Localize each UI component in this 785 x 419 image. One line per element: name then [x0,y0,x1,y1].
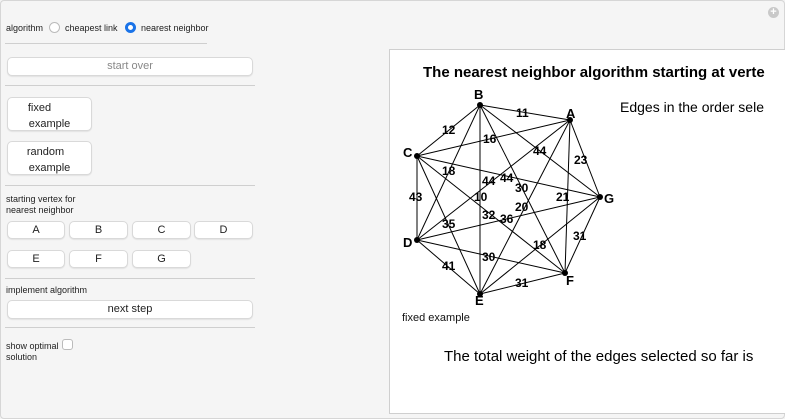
show-optimal-label-line2: solution [6,352,38,362]
edge-weight-label: 30 [482,250,496,264]
vertex-dot-c [414,153,420,159]
vertex-label-c: C [403,145,413,160]
divider [5,278,255,279]
radio-cheapest-link-label[interactable]: cheapest link [65,23,118,33]
vertex-button-e[interactable]: E [7,250,65,268]
edge-weight-label: 36 [500,212,514,226]
edge-weight-label: 11 [516,106,529,120]
vertex-button-g[interactable]: G [132,250,191,268]
edge-weight-label: 35 [442,217,456,231]
radio-nearest-neighbor[interactable] [125,22,136,33]
random-example-button[interactable]: random example [7,141,92,175]
vertex-dot-b [477,102,483,108]
divider [5,185,255,186]
edge-weight-label: 44 [482,174,496,188]
fixed-example-button[interactable]: fixed example [7,97,92,131]
fixed-example-line2: example [28,118,71,130]
show-optimal-checkbox[interactable] [62,339,73,350]
vertex-label-f: F [566,273,574,288]
start-over-button[interactable]: start over [7,57,253,76]
edge-weight-label: 31 [515,276,529,290]
vertex-dot-d [414,237,420,243]
show-optimal-label: show optimal solution [6,341,59,363]
radio-nearest-neighbor-label[interactable]: nearest neighbor [141,23,209,33]
starting-vertex-label: starting vertex for nearest neighbor [6,194,76,216]
implement-algorithm-label: implement algorithm [6,285,88,295]
example-label: fixed example [402,312,470,324]
next-step-button[interactable]: next step [7,300,253,319]
edge-weight-label: 30 [515,181,529,195]
fixed-example-line1: fixed [27,102,52,114]
edge-weight-label: 10 [474,190,488,204]
edge-weight-label: 20 [515,200,529,214]
starting-vertex-label-line1: starting vertex for [6,194,76,204]
edge-weight-label: 44 [500,171,514,185]
starting-vertex-label-line2: nearest neighbor [6,205,74,215]
vertex-label-a: A [566,106,576,121]
divider [5,327,255,328]
vertex-label-d: D [403,235,412,250]
plus-icon[interactable]: + [768,7,779,18]
vertex-label-b: B [474,87,483,102]
edge-weight-label: 31 [573,229,587,243]
output-panel: The nearest neighbor algorithm starting … [389,49,785,414]
edge-weight-label: 21 [556,190,570,204]
vertex-button-a[interactable]: A [7,221,65,239]
edge-weight-label: 32 [482,208,496,222]
edge-weight-label: 16 [483,132,497,146]
vertex-label-g: G [604,191,614,206]
algorithm-label: algorithm [6,23,44,33]
edge-weight-label: 23 [574,153,588,167]
vertex-label-e: E [475,293,484,308]
radio-cheapest-link[interactable] [49,22,60,33]
divider [5,85,255,86]
vertex-button-c[interactable]: C [132,221,191,239]
random-example-line1: random [26,146,65,158]
edge-weight-label: 12 [442,123,456,137]
vertex-button-d[interactable]: D [194,221,253,239]
vertex-dot-g [597,194,603,200]
total-weight-label: The total weight of the edges selected s… [444,348,754,365]
edge-weight-label: 44 [533,144,547,158]
vertex-button-b[interactable]: B [69,221,128,239]
edge-weight-label: 18 [533,238,547,252]
edge-weight-label: 43 [409,190,423,204]
edge-weight-label: 18 [442,164,456,178]
random-example-line2: example [28,162,71,174]
divider [5,43,207,44]
vertex-button-f[interactable]: F [69,250,128,268]
edge-weight-label: 41 [442,259,456,273]
show-optimal-label-line1: show optimal [6,341,59,351]
